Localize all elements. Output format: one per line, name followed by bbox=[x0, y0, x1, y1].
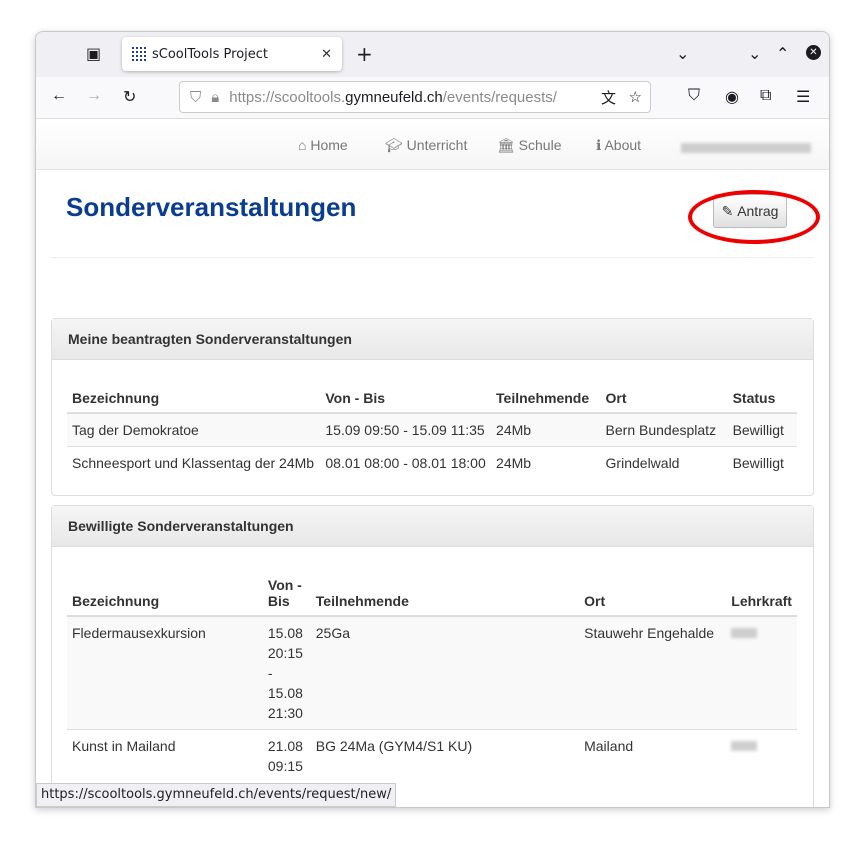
home-icon: ⌂ bbox=[298, 137, 307, 153]
table-cell: 15.09 09:50 - 15.09 11:35 bbox=[320, 412, 492, 447]
highlight-circle bbox=[688, 190, 820, 244]
column-header: Ort bbox=[600, 384, 728, 414]
tab-overview-icon[interactable]: ▣ bbox=[86, 44, 101, 63]
page-title: Sonderveranstaltungen bbox=[66, 192, 357, 222]
table-cell: Kunst in Mailand bbox=[67, 729, 263, 782]
tab-active[interactable]: sCoolTools Project ✕ bbox=[122, 37, 342, 71]
nav-label: Schule bbox=[518, 137, 562, 153]
nav-user[interactable] bbox=[681, 140, 811, 156]
table-cell: Fledermausexkursion bbox=[67, 615, 263, 730]
table-cell: 25Ga bbox=[310, 615, 580, 730]
pocket-icon[interactable]: ⛉ bbox=[688, 87, 700, 105]
browser-window: ▣ sCoolTools Project ✕ + ⌄ ⌄ ⌃ ✕ ← → ↻ ⛉… bbox=[35, 31, 830, 808]
close-window-icon[interactable]: ✕ bbox=[806, 45, 821, 60]
url-path: /events/requests/ bbox=[442, 88, 557, 106]
table-cell: Grindelwald bbox=[600, 446, 728, 479]
table-cell: Mailand bbox=[579, 729, 727, 782]
nav-about[interactable]: ℹ About bbox=[596, 137, 641, 154]
table-row: Kunst in Mailand 21.08 09:15 BG 24Ma (GYM4… bbox=[67, 729, 797, 782]
url-prefix: https://scooltools. bbox=[229, 88, 346, 106]
translate-icon[interactable]: 文 bbox=[601, 87, 616, 108]
table-cell: 24Mb bbox=[491, 412, 601, 447]
table-row: Fledermausexkursion 15.08 20:15 - 15.08 2… bbox=[67, 615, 797, 730]
table-cell: Bewilligt bbox=[727, 412, 797, 447]
menu-icon[interactable]: ☰ bbox=[796, 87, 810, 107]
column-header: Lehrkraft bbox=[726, 571, 797, 617]
bookmark-star-icon[interactable]: ☆ bbox=[629, 88, 642, 106]
requests-table: Bezeichnung Von - Bis Teilnehmende Ort Statu… bbox=[67, 384, 797, 479]
minimize-icon[interactable]: ⌄ bbox=[748, 44, 761, 63]
back-icon[interactable]: ← bbox=[51, 87, 67, 105]
table-cell: 08.01 08:00 - 08.01 18:00 bbox=[320, 446, 492, 479]
nav-schule[interactable]: 🏛︎ Schule bbox=[497, 137, 561, 154]
info-icon: ℹ bbox=[596, 137, 602, 153]
nav-label: About bbox=[604, 137, 642, 153]
forward-icon[interactable]: → bbox=[86, 87, 102, 105]
close-tab-icon[interactable]: ✕ bbox=[321, 47, 332, 62]
column-header: Teilnehmende bbox=[491, 384, 601, 414]
table-cell: Bern Bundesplatz bbox=[600, 412, 728, 447]
url-host: gymneufeld.ch bbox=[345, 88, 443, 106]
table-cell: Stauwehr Engehalde bbox=[579, 615, 727, 730]
table-row: Schneesport und Klassentag der 24Mb 08.01… bbox=[67, 446, 797, 479]
table-cell: 15.08 20:15 - 15.08 21:30 bbox=[262, 615, 311, 730]
lehrkraft-redacted bbox=[726, 729, 797, 782]
new-tab-icon[interactable]: + bbox=[356, 42, 373, 66]
lock-icon[interactable]: 🔒︎ bbox=[211, 89, 219, 106]
column-header: Teilnehmende bbox=[310, 571, 580, 617]
account-icon[interactable]: ◉ bbox=[725, 87, 739, 107]
nav-toolbar: ← → ↻ ⛉ 🔒︎ https://scooltools. gymneufeld… bbox=[36, 77, 829, 119]
panel-my-requests: Meine beantragten Sonderveranstaltungen … bbox=[51, 318, 814, 496]
column-header: Von - Bis bbox=[320, 384, 492, 414]
panel-approved: Bewilligte Sonderveranstaltungen Bezeich… bbox=[51, 505, 814, 807]
school-icon: 🏛︎ bbox=[497, 137, 515, 153]
tab-list-chevron-icon[interactable]: ⌄ bbox=[676, 44, 689, 63]
table-cell: Bewilligt bbox=[727, 446, 797, 479]
maximize-icon[interactable]: ⌃ bbox=[776, 44, 789, 63]
table-cell: 21.08 09:15 bbox=[262, 729, 311, 782]
table-cell: Schneesport und Klassentag der 24Mb bbox=[67, 446, 321, 479]
table-cell: 24Mb bbox=[491, 446, 601, 479]
panel-title: Bewilligte Sonderveranstaltungen bbox=[52, 506, 813, 547]
tab-title: sCoolTools Project bbox=[152, 46, 269, 62]
table-cell: Tag der Demokratoe bbox=[67, 412, 321, 447]
nav-label: Home bbox=[310, 137, 348, 153]
divider bbox=[51, 257, 814, 258]
column-header: Status bbox=[727, 384, 797, 414]
extensions-icon[interactable]: ⧉ bbox=[760, 87, 771, 105]
column-header: Bezeichnung bbox=[67, 571, 263, 617]
column-header: Von - Bis bbox=[262, 571, 311, 617]
panel-title: Meine beantragten Sonderveranstaltungen bbox=[52, 319, 813, 360]
nav-unterricht[interactable]: 🎓︎ Unterricht bbox=[385, 137, 467, 154]
favicon-icon bbox=[132, 47, 146, 61]
nav-label: Unterricht bbox=[406, 137, 468, 153]
url-bar[interactable]: ⛉ 🔒︎ https://scooltools. gymneufeld.ch/ev… bbox=[179, 81, 651, 113]
nav-home[interactable]: ⌂ Home bbox=[298, 137, 348, 153]
column-header: Bezeichnung bbox=[67, 384, 321, 414]
site-navbar: ⌂ Home 🎓︎ Unterricht 🏛︎ Schule ℹ About bbox=[36, 119, 829, 170]
table-cell: BG 24Ma (GYM4/S1 KU) bbox=[310, 729, 580, 782]
approved-table: Bezeichnung Von - Bis Teilnehmende Ort Lehrk… bbox=[67, 571, 797, 782]
tab-bar: ▣ sCoolTools Project ✕ + ⌄ ⌄ ⌃ ✕ bbox=[36, 32, 829, 77]
status-bar-link: https://scooltools.gymneufeld.ch/events/… bbox=[36, 783, 397, 807]
lehrkraft-redacted bbox=[726, 615, 797, 730]
table-row: Tag der Demokratoe 15.09 09:50 - 15.09 11… bbox=[67, 412, 797, 447]
reload-icon[interactable]: ↻ bbox=[123, 87, 136, 107]
shield-icon[interactable]: ⛉ bbox=[190, 89, 201, 106]
column-header: Ort bbox=[579, 571, 727, 617]
graduation-cap-icon: 🎓︎ bbox=[385, 137, 403, 153]
user-name-redacted bbox=[681, 143, 811, 153]
